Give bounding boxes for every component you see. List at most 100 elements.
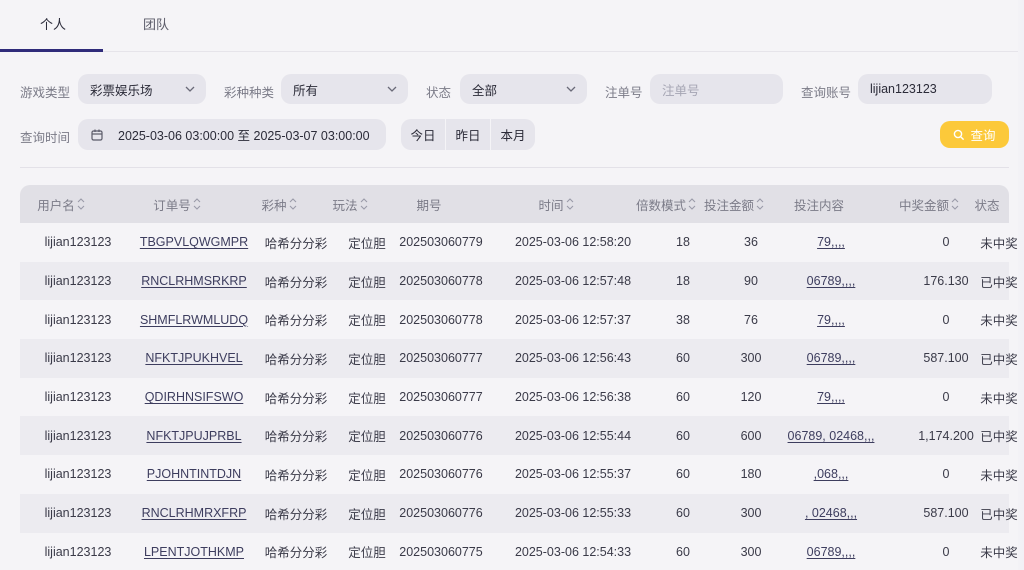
cell-bet-content-text[interactable]: 79,,,,	[817, 390, 845, 404]
cell-bet-content-text[interactable]: 79,,,,	[817, 313, 845, 327]
cell-order-no-text[interactable]: TBGPVLQWGMPR	[140, 235, 248, 249]
cell-play-type: 定位胆	[337, 455, 397, 494]
cell-order-no[interactable]: RNCLRHMRXFRP	[129, 494, 259, 533]
search-icon	[954, 129, 965, 140]
cell-order-no[interactable]: NFKTJPUKHVEL	[129, 339, 259, 378]
cell-order-no-text[interactable]: QDIRHNSIFSWO	[145, 390, 244, 404]
cell-multiplier: 60	[650, 339, 716, 378]
column-header-label: 状态	[974, 198, 1000, 213]
sort-icon[interactable]	[754, 197, 764, 211]
cell-play-type: 定位胆	[337, 533, 397, 570]
cell-bet-content-text[interactable]: , 02468,,,	[805, 506, 857, 520]
sort-icon[interactable]	[75, 197, 85, 211]
cell-bet-content[interactable]: 06789,,,,	[781, 262, 881, 301]
cell-win-amount-text: 0	[942, 235, 950, 250]
cell-bet-amount: 600	[718, 416, 784, 455]
cell-bet-content-text[interactable]: 06789, 02468,,,	[788, 429, 875, 443]
cell-bet-content[interactable]: 79,,,,	[781, 223, 881, 262]
tab-bar: 个人 团队	[0, 0, 1018, 52]
quick-today-button[interactable]: 今日	[401, 119, 445, 150]
column-header-time[interactable]: 时间	[486, 185, 626, 223]
cell-status-text: 未中奖	[980, 236, 1018, 251]
column-header-multiplier[interactable]: 倍数模式	[633, 185, 699, 223]
quick-month-button[interactable]: 本月	[491, 119, 535, 150]
cell-bet-content[interactable]: 79,,,,	[781, 300, 881, 339]
cell-order-no[interactable]: PJOHNTINTDJN	[129, 455, 259, 494]
cell-status-text: 已中奖	[980, 352, 1018, 367]
bet-records-panel: 个人 团队 游戏类型 彩票娱乐场 彩种种类 所有 状态 全部 注单号 注单号 查…	[0, 0, 1018, 570]
cell-win-amount-text: 0	[942, 390, 950, 405]
table-row: lijian123123 PJOHNTINTDJN 哈希分分彩 定位胆 20250306…	[20, 455, 1018, 494]
quick-yesterday-button[interactable]: 昨日	[446, 119, 490, 150]
cell-status-text: 未中奖	[980, 391, 1018, 406]
column-header-lottery[interactable]: 彩种	[244, 185, 314, 223]
tab-personal[interactable]: 个人	[40, 14, 66, 33]
cell-play-type-text: 定位胆	[348, 468, 386, 483]
lottery-type-select[interactable]: 所有	[281, 74, 408, 104]
status-select[interactable]: 全部	[460, 74, 587, 104]
date-range-value: 2025-03-06 03:00:00 至 2025-03-07 03:00:0…	[118, 129, 370, 143]
cell-bet-content[interactable]: , 02468,,,	[781, 494, 881, 533]
cell-bet-content-text[interactable]: 79,,,,	[817, 235, 845, 249]
cell-order-no-text[interactable]: RNCLRHMRXFRP	[142, 506, 247, 520]
game-type-select[interactable]: 彩票娱乐场	[78, 74, 206, 104]
cell-issue-no-text: 202503060777	[399, 390, 483, 405]
table-row: lijian123123 SHMFLRWMLUDQ 哈希分分彩 定位胆 20250306…	[20, 300, 1018, 339]
cell-status: 未中奖	[979, 455, 1019, 494]
cell-issue-no: 202503060776	[391, 416, 491, 455]
cell-order-no-text[interactable]: LPENTJOTHKMP	[144, 545, 244, 559]
cell-bet-content[interactable]: 79,,,,	[781, 378, 881, 417]
cell-bet-content[interactable]: 06789,,,,	[781, 533, 881, 570]
date-range-picker[interactable]: 2025-03-06 03:00:00 至 2025-03-07 03:00:0…	[78, 119, 386, 150]
cell-bet-content[interactable]: 06789, 02468,,,	[781, 416, 881, 455]
cell-order-no[interactable]: LPENTJOTHKMP	[129, 533, 259, 570]
column-header-username[interactable]: 用户名	[16, 185, 106, 223]
cell-order-no-text[interactable]: SHMFLRWMLUDQ	[140, 313, 248, 327]
cell-lottery-text: 哈希分分彩	[264, 236, 328, 251]
cell-bet-content-text[interactable]: 06789,,,,	[807, 351, 856, 365]
cell-bet-content-text[interactable]: 06789,,,,	[807, 545, 856, 559]
cell-order-no-text[interactable]: PJOHNTINTDJN	[147, 467, 241, 481]
cell-time-text: 2025-03-06 12:56:38	[514, 390, 632, 405]
cell-bet-content[interactable]: ,068,,,	[781, 455, 881, 494]
cell-bet-amount: 76	[718, 300, 784, 339]
cell-time: 2025-03-06 12:57:37	[503, 300, 643, 339]
cell-issue-no: 202503060776	[391, 455, 491, 494]
cell-order-no-text[interactable]: RNCLRHMSRKRP	[141, 274, 247, 288]
column-header-win-amount[interactable]: 中奖金额	[886, 185, 972, 223]
tab-team[interactable]: 团队	[143, 14, 169, 33]
cell-order-no-text[interactable]: NFKTJPUJPRBL	[146, 429, 241, 443]
column-header-order-no[interactable]: 订单号	[112, 185, 242, 223]
sort-icon[interactable]	[191, 197, 201, 211]
cell-bet-content-text[interactable]: ,068,,,	[814, 467, 849, 481]
cell-order-no[interactable]: SHMFLRWMLUDQ	[129, 300, 259, 339]
cell-order-no[interactable]: RNCLRHMSRKRP	[129, 262, 259, 301]
search-button[interactable]: 查询	[940, 121, 1009, 148]
column-header-play-type[interactable]: 玩法	[320, 185, 380, 223]
cell-order-no-text[interactable]: NFKTJPUKHVEL	[145, 351, 242, 365]
cell-username: lijian123123	[33, 300, 123, 339]
column-header-bet-amount[interactable]: 投注金额	[701, 185, 767, 223]
cell-bet-content[interactable]: 06789,,,,	[781, 339, 881, 378]
cell-status: 已中奖	[979, 416, 1019, 455]
cell-multiplier-text: 60	[676, 467, 690, 482]
cell-status-text: 未中奖	[980, 468, 1018, 483]
sort-icon[interactable]	[358, 197, 368, 211]
sort-icon[interactable]	[287, 197, 297, 211]
sort-icon[interactable]	[949, 197, 959, 211]
cell-lottery: 哈希分分彩	[261, 300, 331, 339]
cell-issue-no-text: 202503060776	[399, 428, 483, 443]
cell-order-no[interactable]: NFKTJPUJPRBL	[129, 416, 259, 455]
table-row: lijian123123 NFKTJPUKHVEL 哈希分分彩 定位胆 20250306…	[20, 339, 1018, 378]
column-header-label: 期号	[416, 198, 442, 213]
cell-order-no[interactable]: QDIRHNSIFSWO	[129, 378, 259, 417]
sort-icon[interactable]	[686, 197, 696, 211]
cell-win-amount-text: 1,174.200	[918, 428, 974, 443]
account-input[interactable]: lijian123123	[858, 74, 992, 104]
cell-bet-content-text[interactable]: 06789,,,,	[807, 274, 856, 288]
sort-icon[interactable]	[564, 197, 574, 211]
order-no-input[interactable]: 注单号	[650, 74, 783, 104]
cell-win-amount-text: 0	[942, 312, 950, 327]
cell-order-no[interactable]: TBGPVLQWGMPR	[129, 223, 259, 262]
cell-play-type-text: 定位胆	[348, 546, 386, 561]
